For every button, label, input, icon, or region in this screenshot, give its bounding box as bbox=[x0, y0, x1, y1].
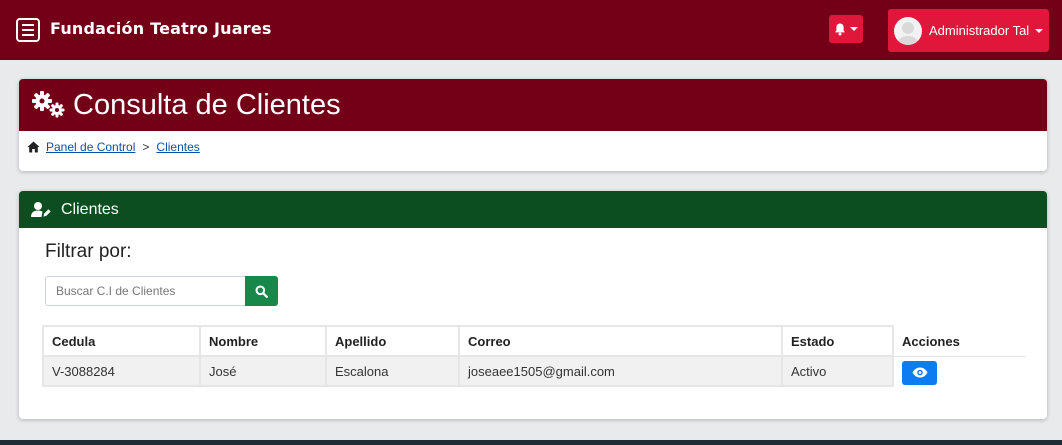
user-edit-icon bbox=[31, 201, 51, 217]
chevron-down-icon bbox=[1035, 28, 1044, 33]
cell-acciones bbox=[893, 356, 1026, 386]
cell-correo: joseaee1505@gmail.com bbox=[458, 355, 783, 387]
eye-icon bbox=[912, 367, 927, 378]
bell-icon bbox=[835, 23, 845, 35]
cell-nombre: José bbox=[199, 355, 327, 387]
gears-icon bbox=[32, 91, 65, 118]
search-input[interactable] bbox=[45, 276, 245, 306]
clients-panel-title: Clientes bbox=[61, 200, 119, 218]
top-navbar: Fundación Teatro Juares Administrador Ta… bbox=[0, 0, 1062, 60]
clients-panel: Clientes Filtrar por: Cedula Nombre Apel… bbox=[19, 191, 1047, 419]
breadcrumb-separator: > bbox=[142, 140, 150, 154]
column-header-correo: Correo bbox=[458, 325, 783, 357]
page-title-bar: Consulta de Clientes bbox=[19, 79, 1047, 131]
clients-panel-header: Clientes bbox=[19, 191, 1047, 228]
table-row: V-3088284 José Escalona joseaee1505@gmai… bbox=[42, 355, 1026, 387]
search-icon bbox=[255, 285, 268, 298]
column-header-acciones: Acciones bbox=[893, 326, 1026, 357]
breadcrumb-clientes[interactable]: Clientes bbox=[156, 140, 199, 154]
notifications-button[interactable] bbox=[829, 15, 863, 43]
cell-cedula: V-3088284 bbox=[42, 355, 201, 387]
cell-apellido: Escalona bbox=[325, 355, 460, 387]
search-button[interactable] bbox=[245, 276, 278, 306]
user-name: Administrador Tal bbox=[929, 23, 1030, 38]
breadcrumb-panel-control[interactable]: Panel de Control bbox=[46, 140, 135, 154]
avatar bbox=[894, 16, 922, 45]
page-header-card: Consulta de Clientes Panel de Control > … bbox=[19, 79, 1047, 171]
cell-estado: Activo bbox=[781, 355, 894, 387]
column-header-apellido: Apellido bbox=[325, 325, 460, 357]
search-group bbox=[45, 276, 278, 306]
user-menu-button[interactable]: Administrador Tal bbox=[888, 9, 1049, 52]
page-title: Consulta de Clientes bbox=[73, 88, 341, 121]
home-icon bbox=[27, 141, 40, 153]
brand-title[interactable]: Fundación Teatro Juares bbox=[50, 19, 272, 38]
clients-table: Cedula Nombre Apellido Correo Estado Acc… bbox=[42, 325, 1026, 387]
filter-label: Filtrar por: bbox=[45, 241, 132, 262]
column-header-nombre: Nombre bbox=[199, 325, 327, 357]
breadcrumb: Panel de Control > Clientes bbox=[19, 131, 1047, 163]
table-header-row: Cedula Nombre Apellido Correo Estado Acc… bbox=[42, 325, 1026, 357]
view-client-button[interactable] bbox=[902, 360, 937, 385]
footer-strip bbox=[0, 440, 1062, 445]
column-header-cedula: Cedula bbox=[42, 325, 201, 357]
column-header-estado: Estado bbox=[781, 325, 894, 357]
chevron-down-icon bbox=[850, 27, 858, 31]
hamburger-menu-icon[interactable] bbox=[16, 18, 40, 42]
